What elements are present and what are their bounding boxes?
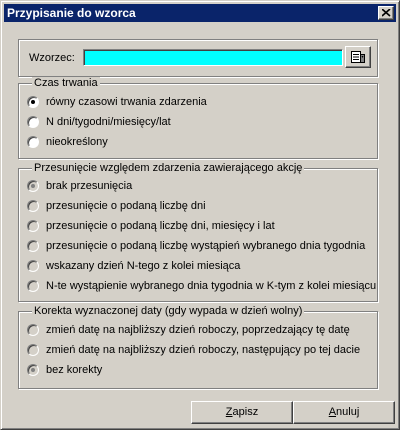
radio-button[interactable]: [27, 364, 39, 376]
radio-label: wskazany dzień N-tego z kolei miesiąca: [46, 260, 241, 272]
radio-button[interactable]: [27, 116, 39, 128]
radio-button[interactable]: [27, 344, 39, 356]
zapisz-button[interactable]: Zapisz: [191, 401, 293, 424]
radio-button[interactable]: [27, 260, 39, 272]
radio-label: N-te wystąpienie wybranego dnia tygodnia…: [46, 280, 377, 292]
radio-button[interactable]: [27, 136, 39, 148]
radio-label: zmień datę na najbliższy dzień roboczy, …: [46, 344, 361, 356]
radio-button[interactable]: [27, 280, 39, 292]
dialog-window: Przypisanie do wzorca Wzorzec: Czas trwa…: [0, 0, 400, 430]
close-icon: [382, 9, 391, 17]
radio-label: przesunięcie o podaną liczbę wystąpień w…: [46, 240, 366, 252]
radio-label: brak przesunięcia: [46, 180, 133, 192]
radio-label: przesunięcie o podaną liczbę dni, miesię…: [46, 220, 275, 232]
title-bar[interactable]: Przypisanie do wzorca: [4, 4, 396, 22]
radio-label: N dni/tygodni/miesięcy/lat: [46, 116, 171, 128]
anuluj-button[interactable]: Anuluj: [293, 401, 395, 424]
zapisz-label: apisz: [232, 406, 259, 418]
anuluj-label: nuluj: [336, 406, 360, 418]
wzorzec-input[interactable]: [83, 49, 343, 66]
radio-label: bez korekty: [46, 364, 103, 376]
czas-trwania-legend: Czas trwania: [32, 77, 100, 89]
radio-button[interactable]: [27, 200, 39, 212]
przesuniecie-legend: Przesunięcie względem zdarzenia zawieraj…: [32, 162, 305, 174]
radio-label: nieokreślony: [46, 136, 108, 148]
radio-button[interactable]: [27, 220, 39, 232]
window-title: Przypisanie do wzorca: [7, 6, 136, 20]
wzorzec-picker-button[interactable]: [345, 46, 371, 68]
zapisz-accel: Z: [225, 406, 233, 418]
wzorzec-label: Wzorzec:: [29, 52, 75, 64]
radio-label: przesunięcie o podaną liczbę dni: [46, 200, 206, 212]
korekta-legend: Korekta wyznaczonej daty (gdy wypada w d…: [32, 305, 305, 317]
radio-button[interactable]: [27, 180, 39, 192]
close-button[interactable]: [378, 6, 394, 20]
radio-button[interactable]: [27, 96, 39, 108]
anuluj-accel: A: [328, 406, 337, 418]
radio-button[interactable]: [27, 324, 39, 336]
radio-button[interactable]: [27, 240, 39, 252]
radio-label: zmień datę na najbliższy dzień roboczy, …: [46, 324, 350, 336]
radio-label: równy czasowi trwania zdarzenia: [46, 96, 207, 108]
list-picker-icon: [351, 51, 365, 63]
